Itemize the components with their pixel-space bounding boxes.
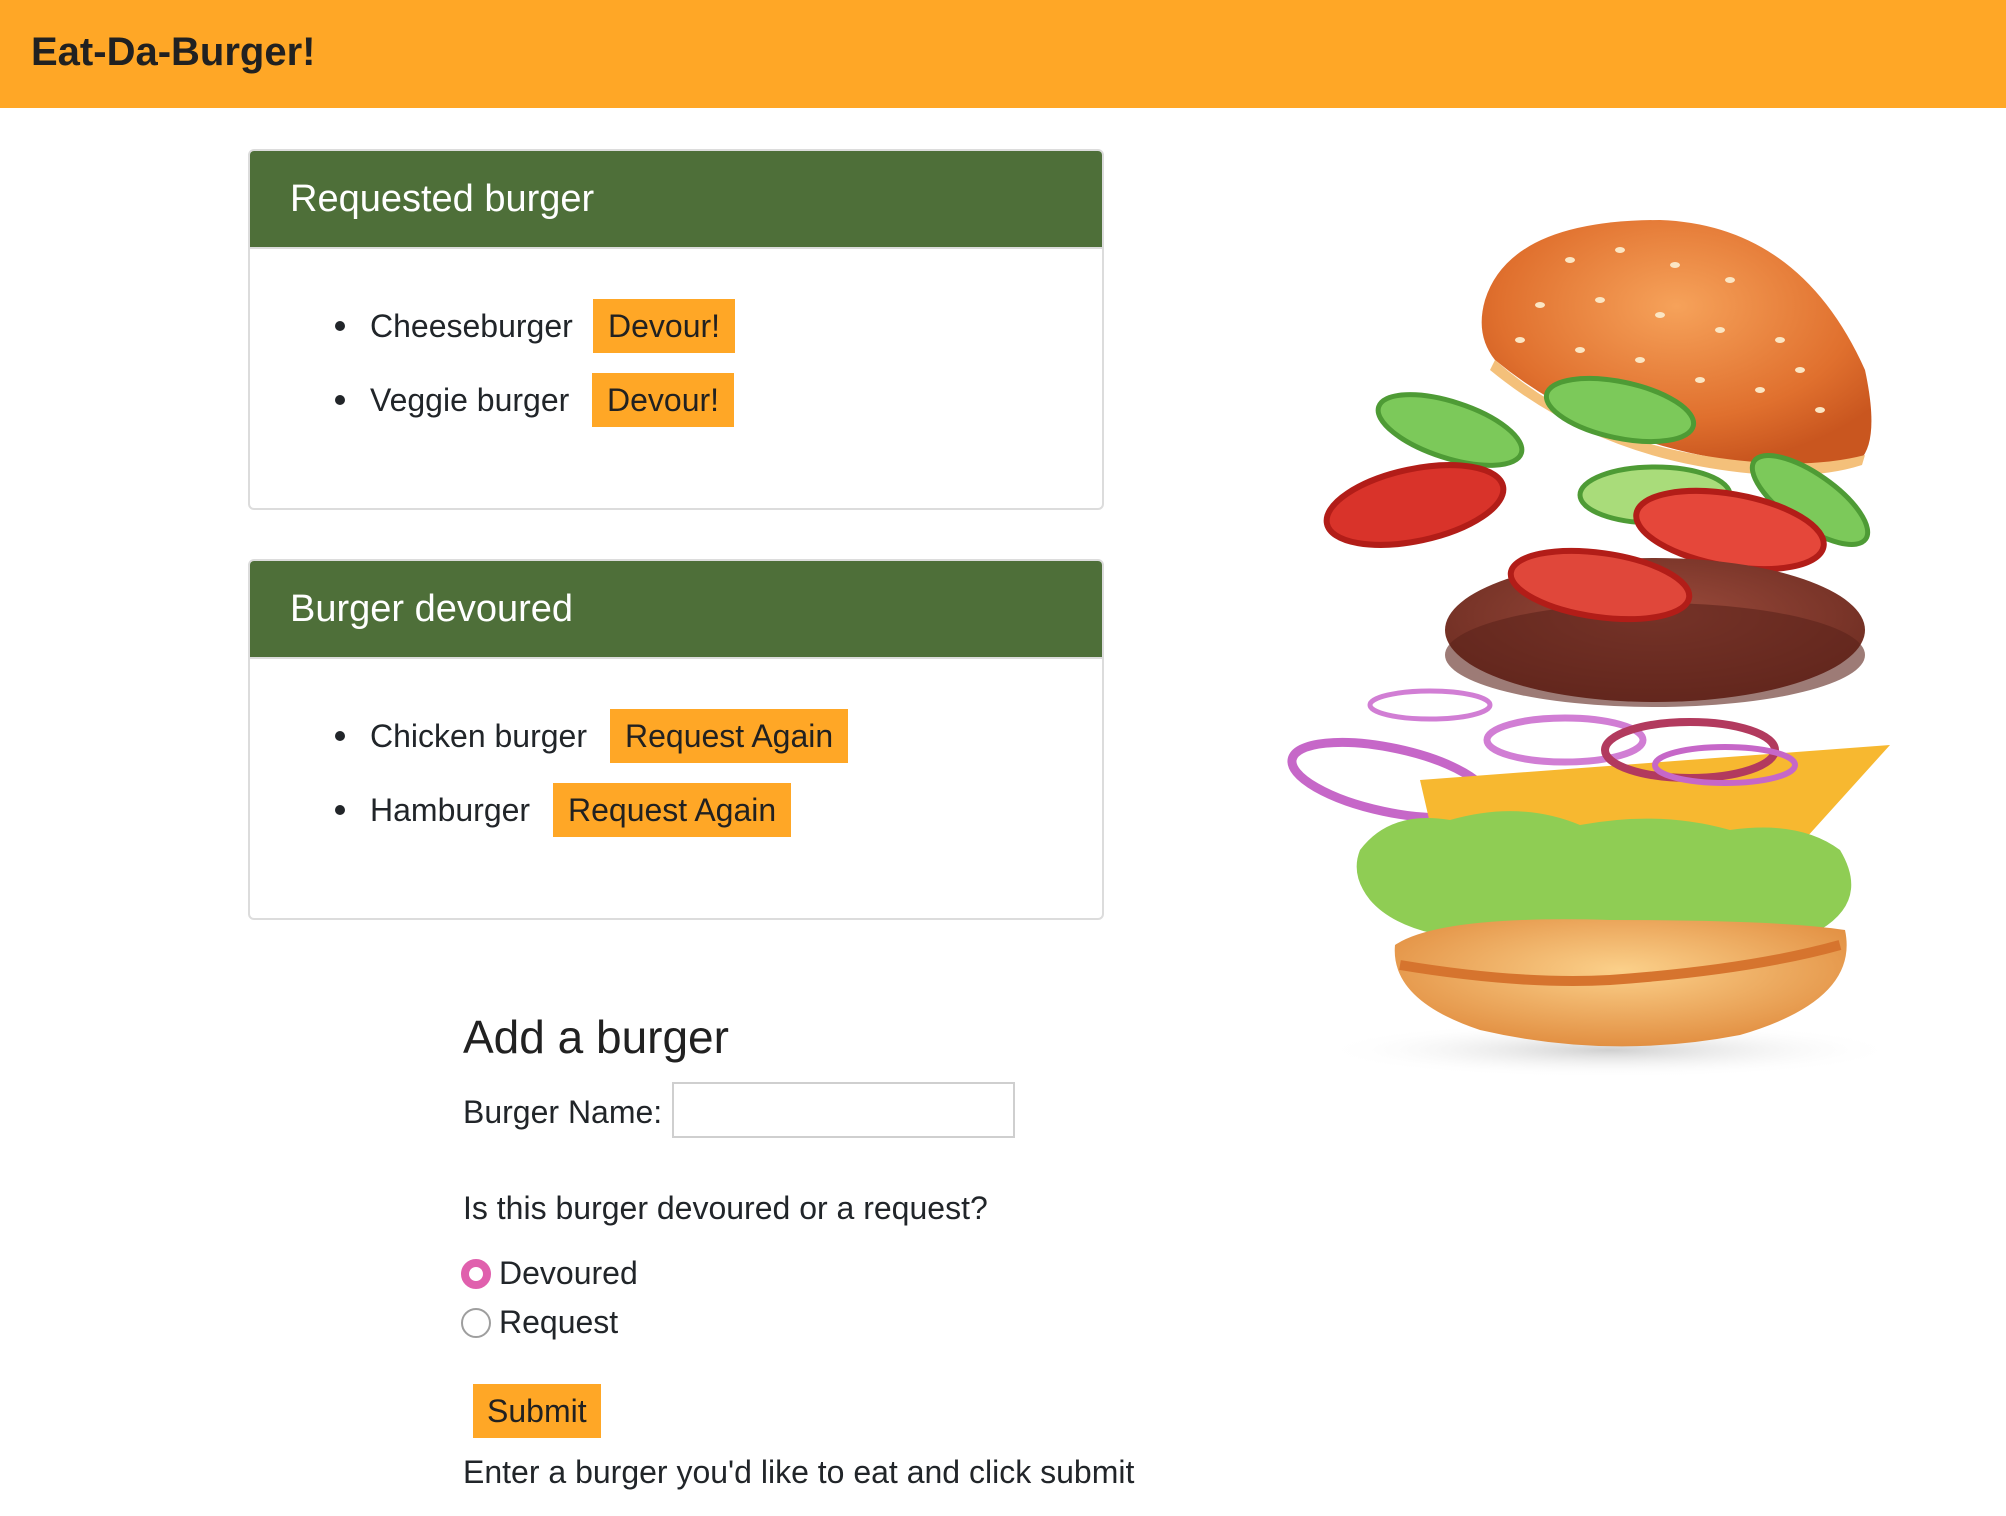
form-hint: Enter a burger you'd like to eat and cli… [463,1454,1135,1490]
devoured-burger-card: Burger devoured Chicken burger Request A… [248,559,1104,920]
burger-name: Cheeseburger [370,308,573,344]
burger-name-label: Burger Name: [463,1094,663,1130]
submit-button[interactable]: Submit [473,1384,601,1438]
radio-label-request[interactable]: Request [499,1300,618,1344]
request-again-button[interactable]: Request Again [610,709,849,763]
bullet-icon [335,321,345,331]
requested-burger-card: Requested burger Cheeseburger Devour! Ve… [248,149,1104,510]
card-header-requested: Requested burger [250,151,1102,249]
bullet-icon [335,805,345,815]
form-title: Add a burger [463,1011,729,1063]
burger-name-input[interactable] [672,1082,1015,1138]
request-again-button[interactable]: Request Again [553,783,792,837]
radio-label-devoured[interactable]: Devoured [499,1251,638,1295]
radio-checked-icon[interactable] [461,1259,491,1289]
bullet-icon [335,731,345,741]
card-header-devoured: Burger devoured [250,561,1102,659]
navbar: Eat-Da-Burger! [0,0,2006,108]
devour-button[interactable]: Devour! [592,373,735,427]
burger-name: Chicken burger [370,718,587,754]
burger-illustration-icon [1287,220,1900,1078]
radio-unchecked-icon[interactable] [461,1308,491,1338]
burger-name: Hamburger [370,792,531,828]
burger-status-question: Is this burger devoured or a request? [463,1190,988,1226]
burger-name: Veggie burger [370,382,570,418]
devour-button[interactable]: Devour! [593,299,736,353]
brand-title[interactable]: Eat-Da-Burger! [31,26,315,78]
bullet-icon [335,395,345,405]
